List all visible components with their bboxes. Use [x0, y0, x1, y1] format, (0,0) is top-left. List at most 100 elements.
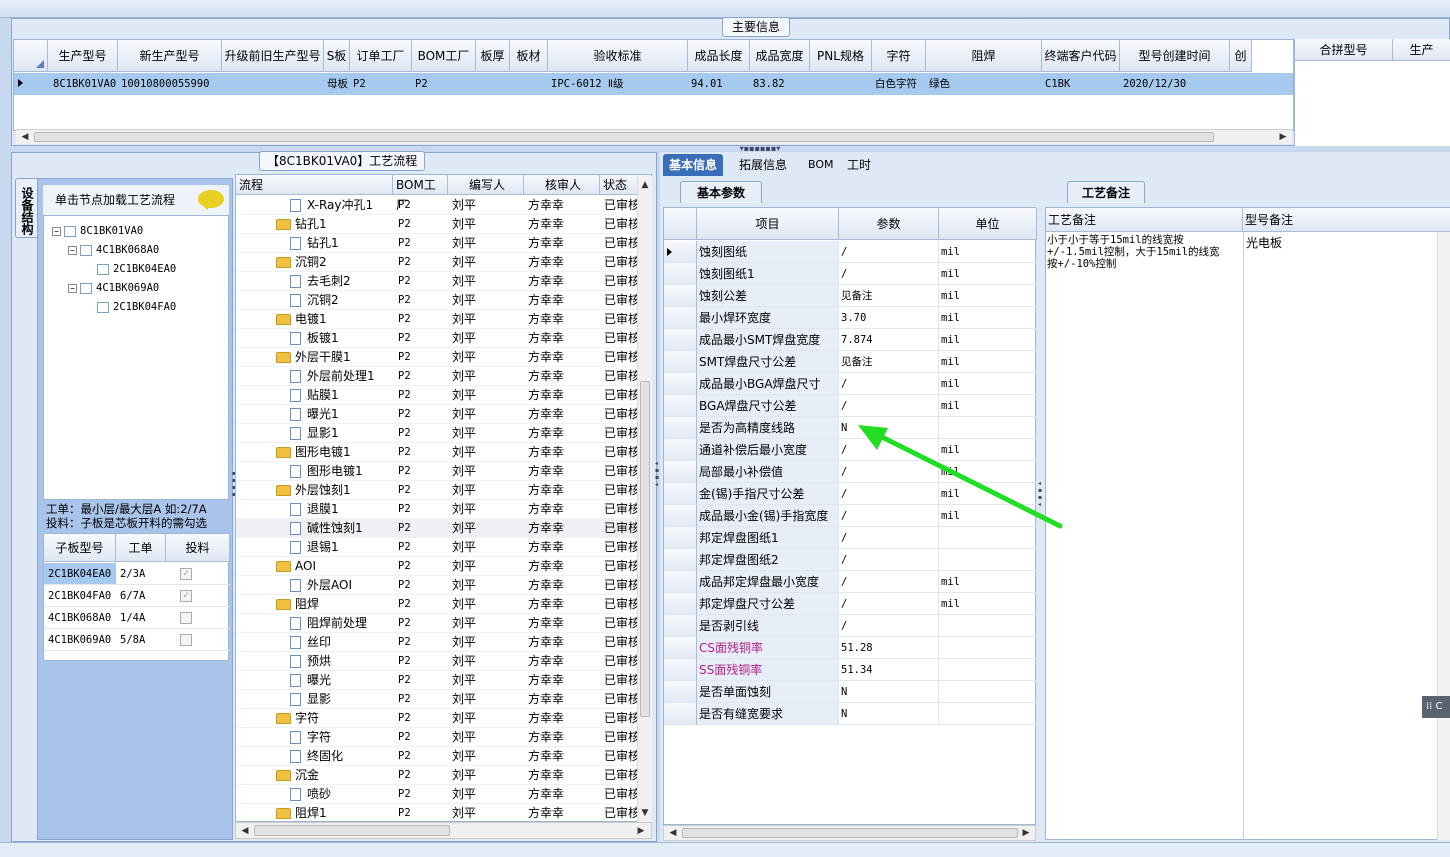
flow-writer-cell[interactable]: 刘平: [452, 462, 522, 481]
flow-status-cell[interactable]: 已审核: [604, 348, 638, 367]
param-value-cell[interactable]: N: [839, 703, 939, 725]
flow-status-cell[interactable]: 已审核: [604, 633, 638, 652]
flow-name-cell[interactable]: 沉金: [276, 766, 393, 785]
flow-row[interactable]: 沉铜2 P2 刘平 方幸幸 已审核: [236, 291, 651, 310]
flow-name-cell[interactable]: 显影1: [290, 424, 393, 443]
header-col-10[interactable]: 成品宽度: [750, 40, 810, 72]
flow-name-cell[interactable]: 外层前处理1: [290, 367, 393, 386]
flow-status-cell[interactable]: 已审核: [604, 804, 638, 821]
flow-name-cell[interactable]: 碱性蚀刻1: [290, 519, 393, 538]
expand-toggle-icon[interactable]: −: [68, 283, 77, 293]
flow-bom-cell[interactable]: P2: [398, 253, 448, 272]
flow-row[interactable]: 字符 P2 刘平 方幸幸 已审核: [236, 709, 651, 728]
flow-name-cell[interactable]: 外层AOI: [290, 576, 393, 595]
flow-bom-cell[interactable]: P2: [398, 405, 448, 424]
flow-reviewer-cell[interactable]: 方幸幸: [528, 728, 598, 747]
param-row[interactable]: BGA焊盘尺寸公差 / mil: [664, 395, 1037, 417]
flow-writer-cell[interactable]: 刘平: [452, 671, 522, 690]
tab-basic-info[interactable]: 基本信息: [663, 154, 724, 176]
flow-reviewer-cell[interactable]: 方幸幸: [528, 747, 598, 766]
param-value-cell[interactable]: /: [839, 549, 939, 571]
flow-status-cell[interactable]: 已审核: [604, 215, 638, 234]
flow-bom-cell[interactable]: P2: [398, 785, 448, 804]
flow-reviewer-cell[interactable]: 方幸幸: [528, 785, 598, 804]
flow-reviewer-cell[interactable]: 方幸幸: [528, 291, 598, 310]
param-value-cell[interactable]: 3.70: [839, 307, 939, 329]
flow-bom-cell[interactable]: P2: [398, 196, 448, 215]
flow-status-cell[interactable]: 已审核: [604, 671, 638, 690]
flow-status-cell[interactable]: 已审核: [604, 196, 638, 215]
param-row[interactable]: 成品最小SMT焊盘宽度 7.874 mil: [664, 329, 1037, 351]
flow-status-cell[interactable]: 已审核: [604, 728, 638, 747]
flow-row[interactable]: 阻焊1 P2 刘平 方幸幸 已审核: [236, 804, 651, 821]
feed-checkbox[interactable]: [180, 634, 192, 646]
flow-name-cell[interactable]: 终固化: [290, 747, 393, 766]
scroll-left-icon[interactable]: ◀: [238, 824, 252, 838]
flow-bom-cell[interactable]: P2: [398, 766, 448, 785]
flow-bom-cell[interactable]: P2: [398, 652, 448, 671]
flow-reviewer-cell[interactable]: 方幸幸: [528, 272, 598, 291]
flow-row[interactable]: AOI P2 刘平 方幸幸 已审核: [236, 557, 651, 576]
header-production[interactable]: 生产: [1393, 39, 1450, 61]
sub-order-cell[interactable]: 1/4A: [116, 607, 166, 629]
flow-reviewer-cell[interactable]: 方幸幸: [528, 234, 598, 253]
flow-bom-cell[interactable]: P2: [398, 424, 448, 443]
param-value-cell[interactable]: 51.34: [839, 659, 939, 681]
flow-row[interactable]: X-Ray冲孔1 P2 刘平 方幸幸 已审核: [236, 196, 651, 215]
flow-status-cell[interactable]: 已审核: [604, 234, 638, 253]
flow-reviewer-cell[interactable]: 方幸幸: [528, 348, 598, 367]
tree-node[interactable]: 2C1BK04FA0: [84, 298, 176, 316]
flow-row[interactable]: 字符 P2 刘平 方幸幸 已审核: [236, 728, 651, 747]
flow-status-cell[interactable]: 已审核: [604, 291, 638, 310]
expand-toggle-icon[interactable]: −: [52, 226, 61, 236]
param-value-cell[interactable]: /: [839, 593, 939, 615]
flow-writer-cell[interactable]: 刘平: [452, 557, 522, 576]
flow-bom-cell[interactable]: P2: [398, 728, 448, 747]
flow-bom-cell[interactable]: P2: [398, 215, 448, 234]
flow-bom-cell[interactable]: P2: [398, 310, 448, 329]
flow-writer-cell[interactable]: 刘平: [452, 747, 522, 766]
flow-bom-cell[interactable]: P2: [398, 595, 448, 614]
flow-status-cell[interactable]: 已审核: [604, 386, 638, 405]
flow-name-cell[interactable]: 退锡1: [290, 538, 393, 557]
cell-col-13[interactable]: 绿色: [926, 73, 1042, 95]
flow-row[interactable]: 显影1 P2 刘平 方幸幸 已审核: [236, 424, 651, 443]
header-item[interactable]: 项目: [697, 208, 839, 240]
remarks-vscrollbar[interactable]: [1437, 232, 1450, 840]
flow-reviewer-cell[interactable]: 方幸幸: [528, 576, 598, 595]
flow-name-cell[interactable]: 退膜1: [290, 500, 393, 519]
flow-row[interactable]: 退膜1 P2 刘平 方幸幸 已审核: [236, 500, 651, 519]
cell-col-10[interactable]: 83.82: [750, 73, 810, 95]
flow-name-cell[interactable]: 沉铜2: [290, 291, 393, 310]
flow-bom-cell[interactable]: P2: [398, 576, 448, 595]
flow-writer-cell[interactable]: 刘平: [452, 576, 522, 595]
flow-status-cell[interactable]: 已审核: [604, 329, 638, 348]
flow-name-cell[interactable]: 图形电镀1: [276, 443, 393, 462]
flow-name-cell[interactable]: 显影: [290, 690, 393, 709]
scroll-down-icon[interactable]: ▼: [638, 806, 652, 820]
cell-col-5[interactable]: P2: [412, 73, 476, 95]
param-row[interactable]: 最小焊环宽度 3.70 mil: [664, 307, 1037, 329]
flow-writer-cell[interactable]: 刘平: [452, 215, 522, 234]
flow-name-cell[interactable]: 板镀1: [290, 329, 393, 348]
flow-row[interactable]: 曝光1 P2 刘平 方幸幸 已审核: [236, 405, 651, 424]
cell-col-11[interactable]: [810, 73, 872, 95]
process-remark-text[interactable]: 小于小于等于15mil的线宽按+/-1.5mil控制，大于15mil的线宽按+/…: [1047, 234, 1227, 270]
feed-checkbox[interactable]: [180, 612, 192, 624]
param-value-cell[interactable]: /: [839, 373, 939, 395]
feed-checkbox[interactable]: ✓: [180, 590, 192, 602]
tree-node[interactable]: − 4C1BK069A0: [68, 279, 159, 297]
flow-writer-cell[interactable]: 刘平: [452, 709, 522, 728]
flow-bom-cell[interactable]: P2: [398, 348, 448, 367]
flow-reviewer-cell[interactable]: 方幸幸: [528, 405, 598, 424]
flow-reviewer-cell[interactable]: 方幸幸: [528, 443, 598, 462]
flow-writer-cell[interactable]: 刘平: [452, 291, 522, 310]
sub-model-cell[interactable]: 4C1BK068A0: [44, 607, 116, 629]
flow-row[interactable]: 阻焊前处理 P2 刘平 方幸幸 已审核: [236, 614, 651, 633]
flow-name-cell[interactable]: 曝光: [290, 671, 393, 690]
sub-model-cell[interactable]: 4C1BK069A0: [44, 629, 116, 651]
header-merge-model[interactable]: 合拼型号: [1295, 39, 1393, 61]
sub-model-cell[interactable]: 2C1BK04FA0: [44, 585, 116, 607]
flow-bom-cell[interactable]: P2: [398, 443, 448, 462]
cell-col-2[interactable]: [222, 73, 324, 95]
